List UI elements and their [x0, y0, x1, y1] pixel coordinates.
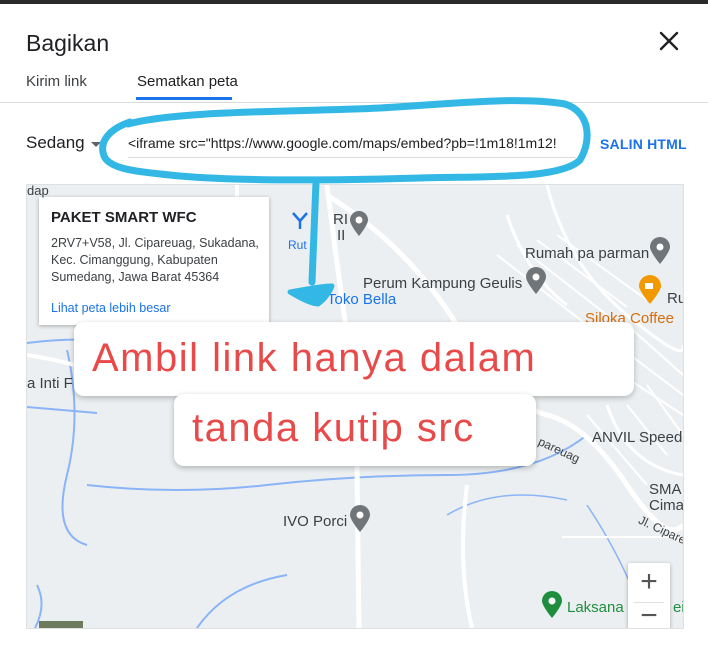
- place-label-ii: II: [337, 227, 346, 244]
- place-label-dap: dap: [27, 184, 49, 198]
- tab-sematkan-peta[interactable]: Sematkan peta: [137, 73, 238, 90]
- place-address: 2RV7+V58, Jl. Cipareuag, Sukadana, Kec. …: [51, 236, 259, 284]
- window-top-border: [0, 0, 708, 4]
- embed-code-field[interactable]: <iframe src="https://www.google.com/maps…: [128, 131, 576, 158]
- satellite-thumbnail[interactable]: [39, 621, 83, 628]
- directions-icon[interactable]: [289, 209, 311, 236]
- annotation-text-line1: Ambil link hanya dalam: [92, 336, 537, 380]
- place-label-ru: Ru: [667, 290, 683, 307]
- place-label-kei: ei: [673, 599, 684, 616]
- place-label-ri: RI: [333, 211, 348, 228]
- coffee-pin-icon[interactable]: [638, 275, 662, 310]
- directions-label[interactable]: Rut: [288, 238, 307, 252]
- place-pin-icon[interactable]: [649, 237, 671, 270]
- copy-html-button[interactable]: SALIN HTML: [600, 136, 687, 152]
- place-pin-icon[interactable]: [525, 267, 547, 300]
- close-icon[interactable]: [656, 28, 682, 54]
- place-label-perum: Perum Kampung Geulis: [363, 275, 523, 292]
- map-size-label: Sedang: [26, 133, 85, 152]
- zoom-out-button[interactable]: −: [628, 601, 670, 629]
- place-title: PAKET SMART WFC: [51, 209, 197, 226]
- place-label-ivo: IVO Porci: [283, 513, 348, 530]
- active-tab-indicator: [136, 97, 232, 100]
- place-label-inti: a Inti F: [27, 375, 73, 392]
- larger-map-link[interactable]: Lihat peta lebih besar: [51, 301, 171, 315]
- place-info-card: PAKET SMART WFC 2RV7+V58, Jl. Cipareuag,…: [39, 197, 269, 325]
- school-pin-icon[interactable]: [349, 211, 369, 242]
- annotation-text-line2: tanda kutip src: [192, 406, 475, 450]
- tab-kirim-link[interactable]: Kirim link: [26, 73, 87, 90]
- place-label-sma: SMA: [649, 481, 682, 498]
- place-label-rumah: Rumah pa parman: [525, 245, 650, 262]
- place-label-cima: Cima: [649, 497, 684, 514]
- map-size-dropdown[interactable]: Sedang: [26, 133, 101, 153]
- place-label-laksana: Laksana: [567, 599, 624, 616]
- dialog-title: Bagikan: [26, 30, 110, 56]
- caret-down-icon: [90, 141, 101, 147]
- place-pin-icon[interactable]: [349, 505, 371, 538]
- zoom-control: + −: [628, 563, 670, 629]
- tabs-divider: [0, 102, 708, 103]
- place-label-anvil: ANVIL Speed: [592, 429, 683, 446]
- place-pin-green-icon[interactable]: [541, 591, 563, 624]
- zoom-in-button[interactable]: +: [628, 563, 670, 601]
- place-label-toko: Toko Bella: [327, 291, 397, 308]
